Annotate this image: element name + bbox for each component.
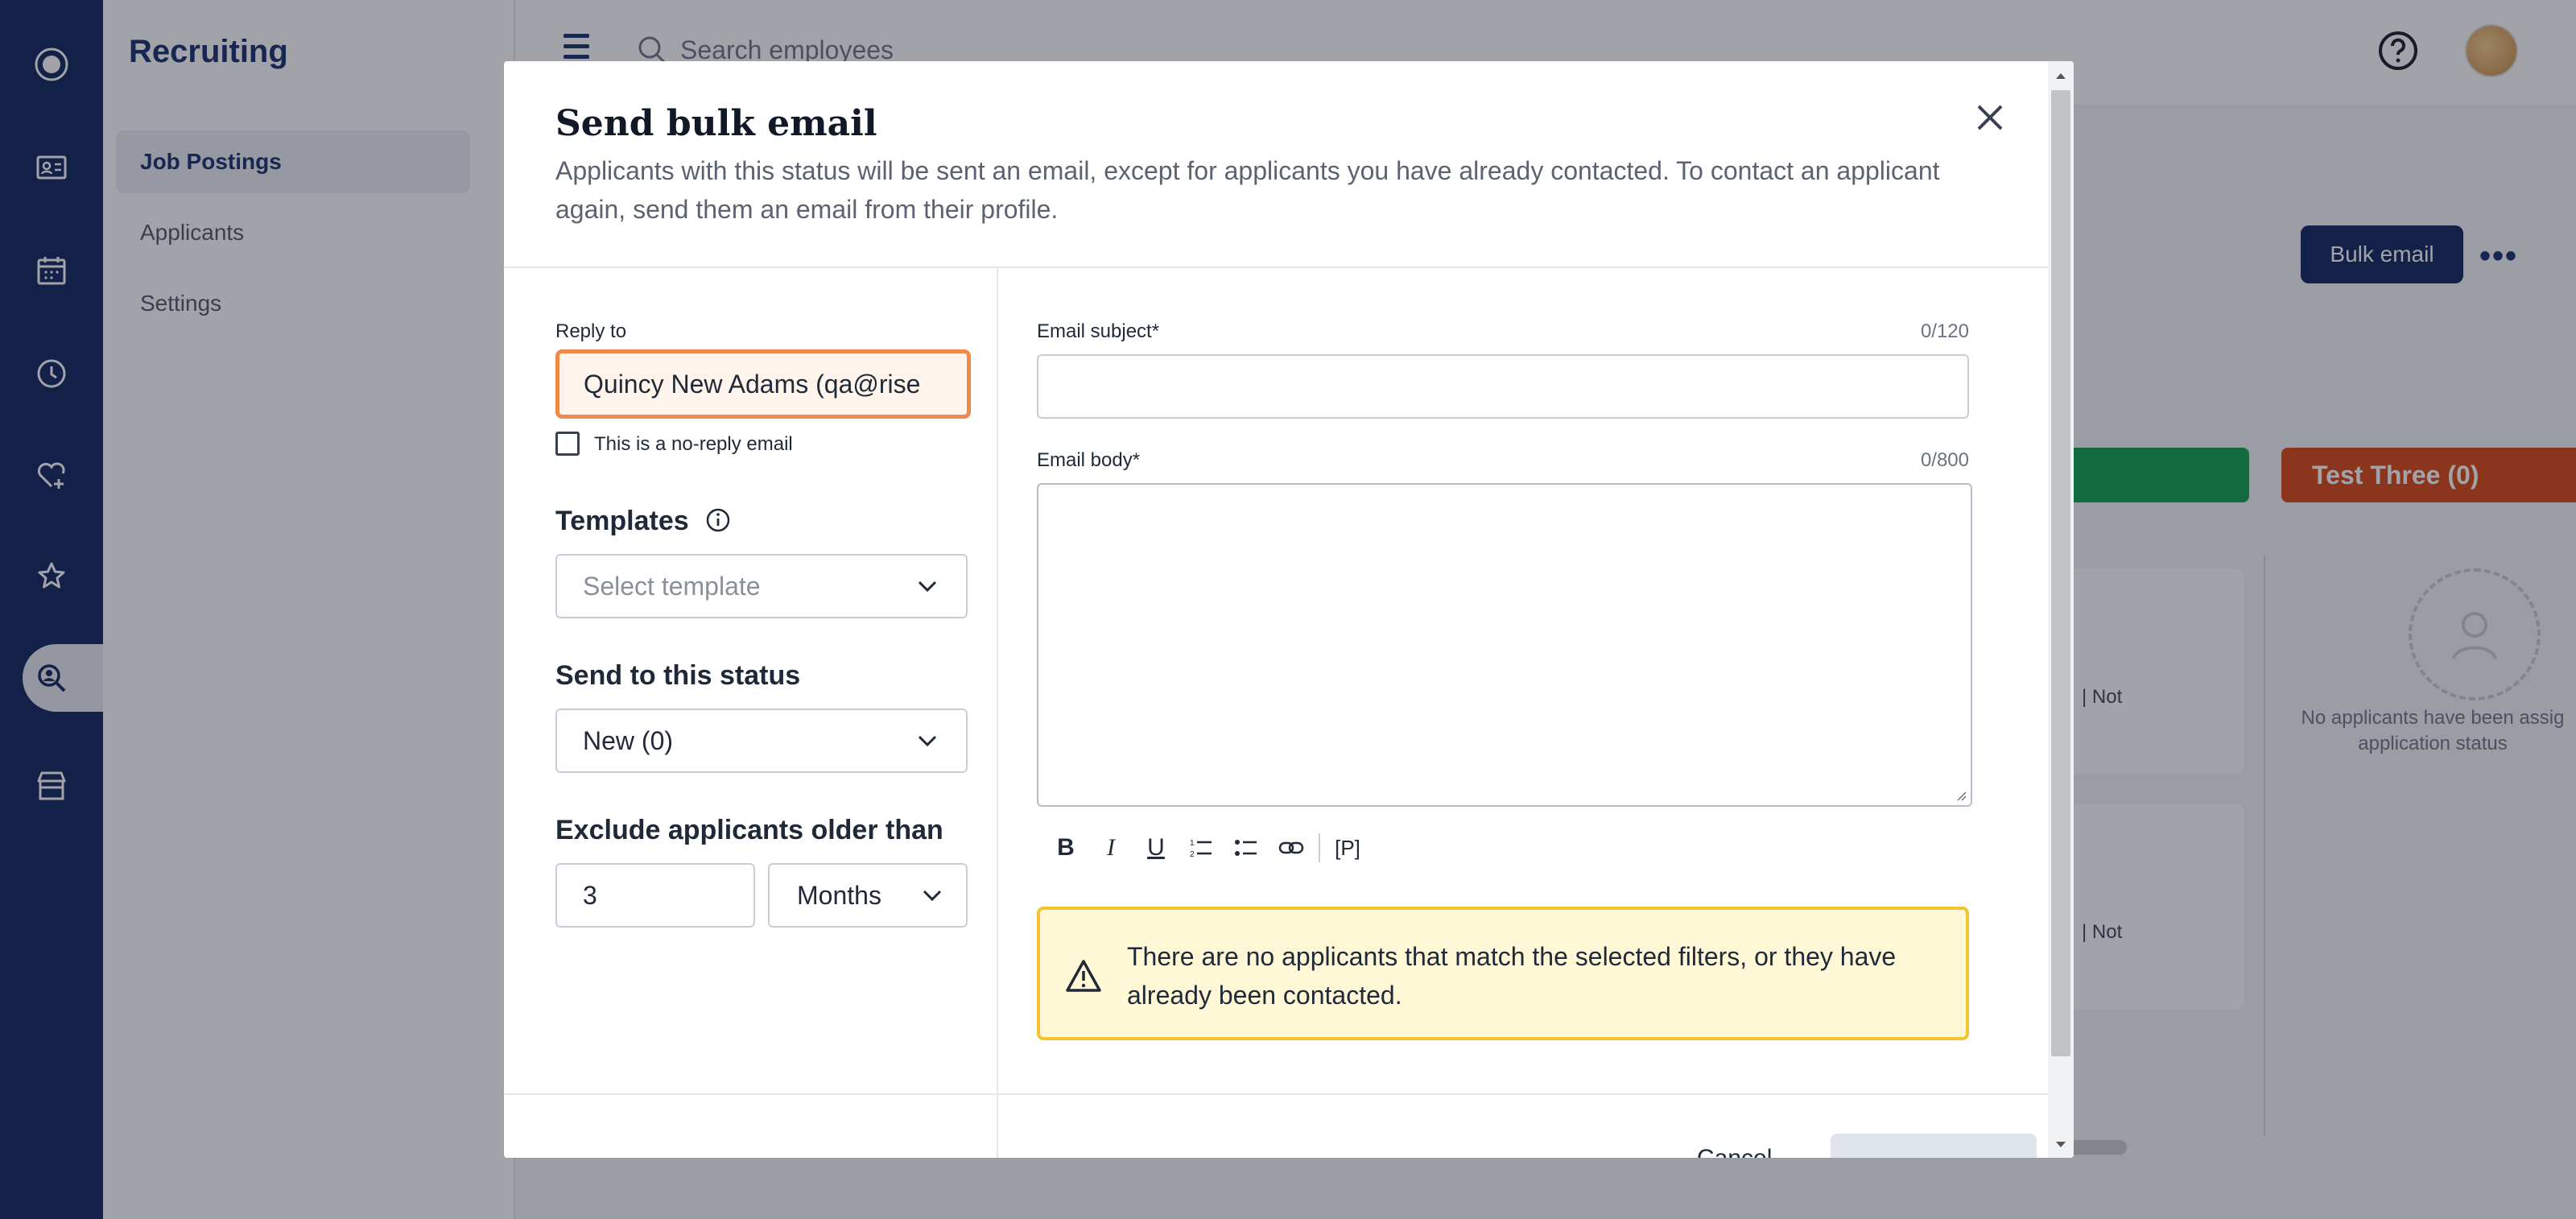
email-body-textarea[interactable] bbox=[1037, 483, 1972, 807]
send-bulk-email-dialog: Send bulk email Applicants with this sta… bbox=[504, 61, 2074, 1158]
placeholder-button[interactable]: [P] bbox=[1325, 828, 1370, 868]
status-select[interactable]: New (0) bbox=[555, 709, 968, 773]
ordered-list-icon: 12 bbox=[1190, 839, 1212, 859]
email-subject-label: Email subject* bbox=[1037, 320, 1160, 342]
info-icon[interactable] bbox=[704, 506, 733, 535]
chevron-down-icon bbox=[923, 890, 942, 902]
close-icon[interactable] bbox=[1966, 93, 2014, 142]
body-char-counter: 0/800 bbox=[1920, 449, 1969, 471]
toolbar-separator bbox=[1319, 833, 1320, 862]
formatting-toolbar: B I U 12 [P] bbox=[1043, 828, 1370, 868]
svg-text:2: 2 bbox=[1190, 850, 1195, 859]
resize-grip-icon[interactable] bbox=[1955, 789, 1967, 802]
no-reply-checkbox[interactable] bbox=[555, 432, 580, 456]
exclude-number-input[interactable]: 3 bbox=[555, 863, 755, 928]
reply-to-input[interactable]: Quincy New Adams (qa@rise bbox=[555, 349, 971, 419]
scroll-down-icon[interactable] bbox=[2053, 1137, 2069, 1153]
link-button[interactable] bbox=[1269, 828, 1314, 868]
email-subject-input[interactable] bbox=[1037, 354, 1969, 419]
header-divider bbox=[504, 267, 2048, 268]
templates-label: Templates bbox=[555, 506, 689, 536]
italic-button[interactable]: I bbox=[1088, 828, 1133, 868]
bullet-list-button[interactable] bbox=[1224, 828, 1269, 868]
template-select[interactable]: Select template bbox=[555, 554, 968, 618]
warning-text: There are no applicants that match the s… bbox=[1127, 942, 1897, 1010]
exclude-unit-value: Months bbox=[797, 880, 881, 910]
exclude-label: Exclude applicants older than bbox=[555, 815, 943, 845]
no-reply-label: This is a no-reply email bbox=[594, 433, 793, 455]
cancel-button[interactable]: Cancel bbox=[1697, 1145, 1772, 1158]
dialog-title: Send bulk email bbox=[555, 103, 877, 144]
underline-button[interactable]: U bbox=[1133, 828, 1179, 868]
email-body-label: Email body* bbox=[1037, 449, 1141, 471]
ordered-list-button[interactable]: 12 bbox=[1179, 828, 1224, 868]
dialog-description: Applicants with this status will be sent… bbox=[555, 156, 1940, 224]
send-button[interactable] bbox=[1831, 1134, 2037, 1158]
bullet-list-icon bbox=[1235, 840, 1257, 856]
svg-text:1: 1 bbox=[1190, 839, 1195, 848]
reply-to-label: Reply to bbox=[555, 320, 627, 342]
chevron-down-icon bbox=[918, 735, 937, 747]
template-select-value: Select template bbox=[583, 571, 761, 601]
scroll-up-icon[interactable] bbox=[2053, 68, 2069, 84]
warning-icon bbox=[1066, 960, 1101, 992]
chevron-down-icon bbox=[918, 581, 937, 593]
link-icon bbox=[1278, 841, 1304, 854]
status-label: Send to this status bbox=[555, 660, 801, 691]
dialog-scrollbar-thumb[interactable] bbox=[2051, 90, 2070, 1056]
subject-char-counter: 0/120 bbox=[1920, 320, 1969, 342]
warning-alert: There are no applicants that match the s… bbox=[1037, 907, 1969, 1040]
status-select-value: New (0) bbox=[583, 725, 674, 755]
bold-button[interactable]: B bbox=[1043, 828, 1088, 868]
exclude-unit-select[interactable]: Months bbox=[768, 863, 968, 928]
footer-divider bbox=[504, 1093, 2048, 1095]
column-divider bbox=[997, 268, 998, 1158]
